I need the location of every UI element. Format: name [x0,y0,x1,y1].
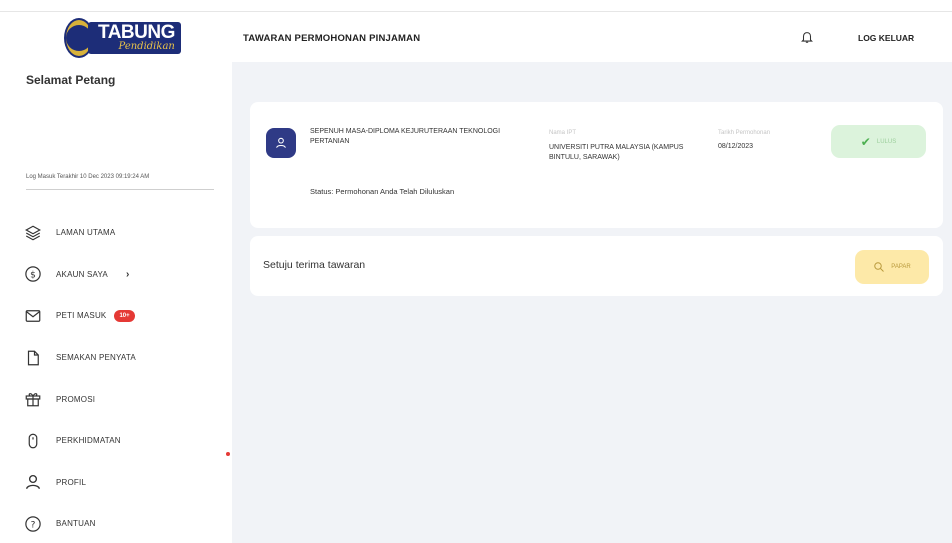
logo-word-tabung: TABUNG [98,22,175,43]
top-border [0,0,952,12]
sidebar-item-label: PERKHIDMATAN [56,436,121,446]
svg-text:?: ? [31,520,36,530]
document-icon [24,349,42,367]
papar-button[interactable]: PAPAR [855,250,929,284]
sidebar-item-perkhidmatan[interactable]: PERKHIDMATAN [24,420,224,462]
dollar-circle-icon: $ [24,265,42,283]
top-header: TAWARAN PERMOHONAN PINJAMAN LOG KELUAR [232,12,952,62]
gift-icon [24,390,42,408]
sidebar-item-akaun-saya[interactable]: $ AKAUN SAYA › [24,254,224,296]
accept-offer-card: Setuju terima tawaran PAPAR [250,236,943,296]
greeting: Selamat Petang [26,73,116,87]
tabung-pendidikan-logo[interactable]: TABUNG Pendidikan [64,16,181,60]
page-title: TAWARAN PERMOHONAN PINJAMAN [243,33,421,44]
sidebar-item-bantuan[interactable]: ? BANTUAN [24,503,224,543]
lulus-label: LULUS [876,138,897,145]
sidebar-item-label: PROFIL [56,477,87,487]
application-date-label: Tarikh Permohonan [718,130,771,136]
avatar [266,128,296,158]
logo-word-pendidikan: Pendidikan [118,41,175,52]
sidebar-item-semakan-penyata[interactable]: SEMAKAN PENYATA [24,337,224,379]
svg-text:$: $ [30,271,36,281]
main-content: SEPENUH MASA-DIPLOMA KEJURUTERAAN TEKNOL… [232,62,952,543]
mail-icon [24,307,42,325]
application-date-value: 08/12/2023 [718,143,754,150]
mouse-icon [24,432,42,450]
last-login-text: Log Masuk Terakhir 10 Dec 2023 09:19:24 … [26,174,150,180]
unread-badge: 10+ [114,309,135,322]
search-icon [874,262,885,272]
offer-card: SEPENUH MASA-DIPLOMA KEJURUTERAAN TEKNOL… [250,102,943,228]
papar-label: PAPAR [891,264,911,270]
sidebar-item-label: PETI MASUK [56,311,107,321]
sidebar-item-peti-masuk[interactable]: PETI MASUK 10+ [24,295,224,337]
sidebar-item-label: SEMAKAN PENYATA [56,353,136,363]
logout-button[interactable]: LOG KELUAR [858,33,914,43]
user-icon [276,137,286,148]
sidebar-divider [26,189,214,190]
course-name: SEPENUH MASA-DIPLOMA KEJURUTERAAN TEKNOL… [310,128,501,145]
ipt-value: UNIVERSITI PUTRA MALAYSIA (KAMPUS BINTUL… [549,144,684,161]
sidebar-menu: LAMAN UTAMA $ AKAUN SAYA › PETI MASUK 10… [24,212,224,543]
status-text: Status: Permohonan Anda Telah Diluluskan [310,187,455,196]
lulus-button[interactable]: ✔ LULUS [831,125,926,158]
layers-icon [24,224,42,242]
sidebar-item-profil[interactable]: PROFIL [24,462,224,504]
bell-icon[interactable] [800,29,814,45]
check-icon: ✔ [860,134,871,149]
sidebar-item-label: BANTUAN [56,519,96,529]
marker-dot [226,452,230,456]
help-circle-icon: ? [24,515,42,533]
user-icon [24,473,42,491]
sidebar-item-label: LAMAN UTAMA [56,228,116,238]
sidebar-item-promosi[interactable]: PROMOSI [24,378,224,420]
sidebar-item-label: PROMOSI [56,394,96,404]
chevron-right-icon[interactable]: › [126,269,129,280]
sidebar-item-laman-utama[interactable]: LAMAN UTAMA [24,212,224,254]
sidebar-item-label: AKAUN SAYA [56,269,108,279]
accept-offer-text: Setuju terima tawaran [263,259,366,271]
sidebar: TABUNG Pendidikan Selamat Petang Log Mas… [0,12,232,543]
ipt-label: Nama IPT [549,130,577,136]
